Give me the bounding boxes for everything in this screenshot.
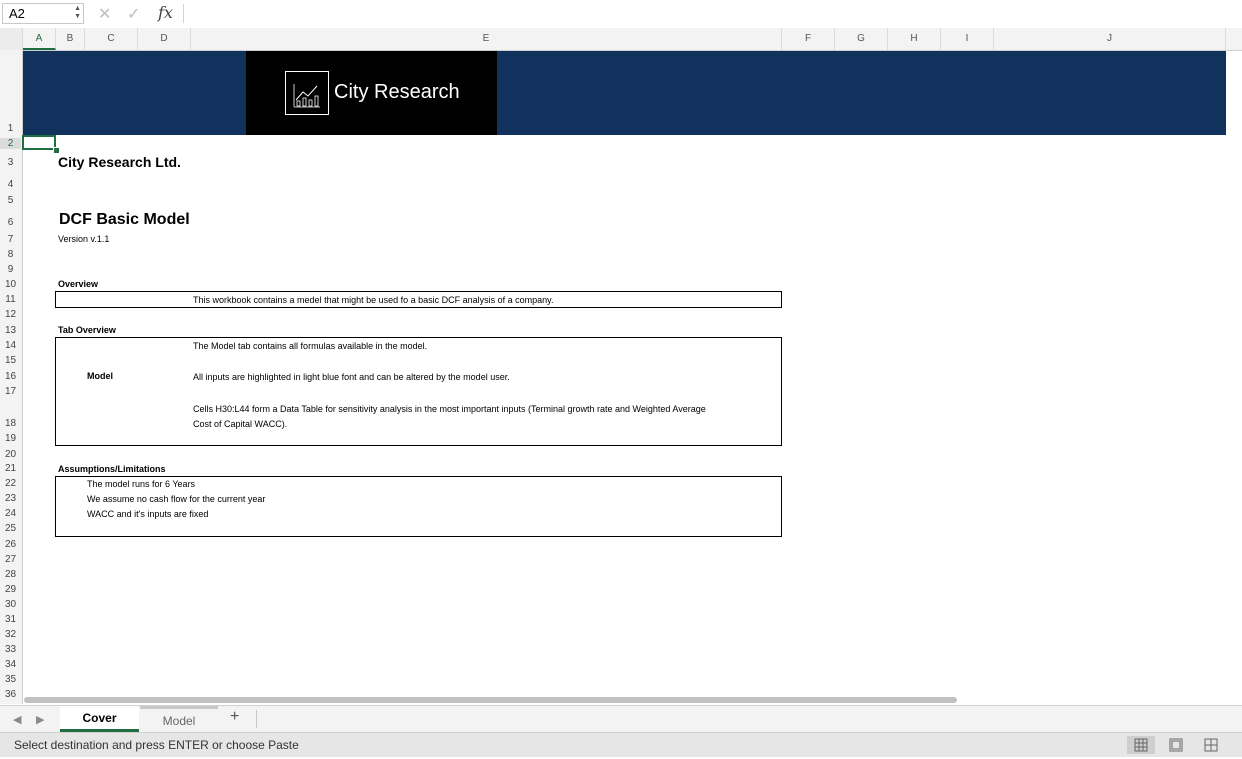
version-label: Version v.1.1 [58, 234, 110, 244]
row-header[interactable]: 21 [0, 463, 21, 474]
column-header-e[interactable]: E [191, 28, 782, 50]
assumption-item: We assume no cash flow for the current y… [87, 494, 266, 504]
row-header[interactable]: 20 [0, 449, 21, 460]
column-header-d[interactable]: D [138, 28, 191, 50]
tab-overview-line: Cost of Capital WACC). [193, 419, 288, 429]
add-sheet-icon[interactable]: + [230, 708, 239, 726]
row-header[interactable]: 36 [0, 689, 21, 700]
cancel-icon[interactable]: ✕ [98, 4, 111, 24]
column-header-bar: A B C D E F G H I J [0, 28, 1242, 51]
row-header[interactable]: 30 [0, 599, 21, 610]
row-header[interactable]: 23 [0, 493, 21, 504]
assumption-item: The model runs for 6 Years [87, 479, 196, 489]
fill-handle[interactable] [53, 147, 60, 154]
row-header[interactable]: 22 [0, 478, 21, 489]
status-bar: Select destination and press ENTER or ch… [0, 732, 1242, 757]
row-header[interactable]: 17 [0, 386, 21, 397]
row-header[interactable]: 4 [0, 179, 21, 190]
row-header[interactable]: 8 [0, 249, 21, 260]
name-box-value: A2 [9, 6, 25, 21]
row-header[interactable]: 25 [0, 523, 21, 534]
function-icon[interactable]: fx [158, 3, 173, 22]
row-header[interactable]: 26 [0, 539, 21, 550]
selected-cell[interactable] [22, 135, 56, 150]
row-header[interactable]: 19 [0, 433, 21, 444]
row-header[interactable]: 28 [0, 569, 21, 580]
row-header[interactable]: 1 [0, 123, 21, 134]
company-name: City Research Ltd. [58, 154, 181, 170]
row-header[interactable]: 32 [0, 629, 21, 640]
tab-overview-label: Model [87, 371, 113, 381]
row-header[interactable]: 15 [0, 355, 21, 366]
row-header[interactable]: 13 [0, 325, 21, 336]
status-text: Select destination and press ENTER or ch… [14, 738, 299, 752]
logo-text: City Research [334, 81, 460, 103]
row-header[interactable]: 2 [0, 138, 21, 149]
row-header[interactable]: 29 [0, 584, 21, 595]
name-box[interactable]: A2 ▲ ▼ [2, 3, 84, 24]
row-header[interactable]: 12 [0, 309, 21, 320]
column-header-b[interactable]: B [56, 28, 85, 50]
column-header-i[interactable]: I [941, 28, 994, 50]
row-header-bar: 1 2 3 4 5 6 7 8 9 10 11 12 13 14 15 16 1… [0, 50, 23, 704]
tab-overview-line: All inputs are highlighted in light blue… [193, 372, 510, 382]
column-header-c[interactable]: C [85, 28, 138, 50]
row-header[interactable]: 3 [0, 157, 21, 168]
confirm-icon[interactable]: ✓ [127, 4, 140, 24]
tab-divider [256, 710, 257, 728]
page-layout-icon[interactable] [1162, 736, 1190, 754]
horizontal-scrollbar[interactable] [24, 697, 957, 703]
row-header[interactable]: 18 [0, 418, 21, 429]
column-header-f[interactable]: F [782, 28, 835, 50]
row-header[interactable]: 6 [0, 217, 21, 228]
row-header[interactable]: 24 [0, 508, 21, 519]
row-header[interactable]: 16 [0, 371, 21, 382]
select-all-corner[interactable] [0, 28, 23, 50]
formula-bar: A2 ▲ ▼ ✕ ✓ fx [0, 0, 1242, 29]
tab-overview-line: The Model tab contains all formulas avai… [193, 341, 428, 351]
tab-model[interactable]: Model [140, 706, 218, 732]
row-header[interactable]: 11 [0, 294, 21, 305]
row-header[interactable]: 27 [0, 554, 21, 565]
assumptions-heading: Assumptions/Limitations [58, 464, 166, 474]
page-break-icon[interactable] [1197, 736, 1225, 754]
row-header[interactable]: 7 [0, 234, 21, 245]
formula-bar-divider [183, 4, 184, 23]
model-title: DCF Basic Model [59, 211, 190, 228]
row-header[interactable]: 33 [0, 644, 21, 655]
column-header-g[interactable]: G [835, 28, 888, 50]
column-header-h[interactable]: H [888, 28, 941, 50]
sheet-tab-bar: ◀ ▶ Cover Model + [0, 705, 1242, 733]
row-header[interactable]: 5 [0, 195, 21, 206]
column-header-a[interactable]: A [23, 28, 56, 50]
tab-prev-icon[interactable]: ◀ [13, 713, 21, 726]
row-header[interactable]: 31 [0, 614, 21, 625]
header-banner [23, 51, 1226, 135]
name-box-stepper-icon[interactable]: ▲ ▼ [74, 5, 81, 21]
row-header[interactable]: 9 [0, 264, 21, 275]
chart-icon [285, 71, 329, 115]
row-header[interactable]: 14 [0, 340, 21, 351]
assumption-item: WACC and it's inputs are fixed [87, 509, 209, 519]
tab-overview-heading: Tab Overview [58, 325, 116, 335]
row-header[interactable]: 10 [0, 279, 21, 290]
tab-overview-box [55, 337, 782, 446]
tab-overview-line: Cells H30:L44 form a Data Table for sens… [193, 404, 706, 414]
row-header[interactable]: 34 [0, 659, 21, 670]
row-header[interactable]: 35 [0, 674, 21, 685]
tab-next-icon[interactable]: ▶ [36, 713, 44, 726]
overview-heading: Overview [58, 279, 99, 289]
column-header-j[interactable]: J [994, 28, 1226, 50]
normal-view-icon[interactable] [1127, 736, 1155, 754]
overview-text: This workbook contains a medel that migh… [193, 295, 554, 305]
tab-cover[interactable]: Cover [60, 706, 139, 732]
